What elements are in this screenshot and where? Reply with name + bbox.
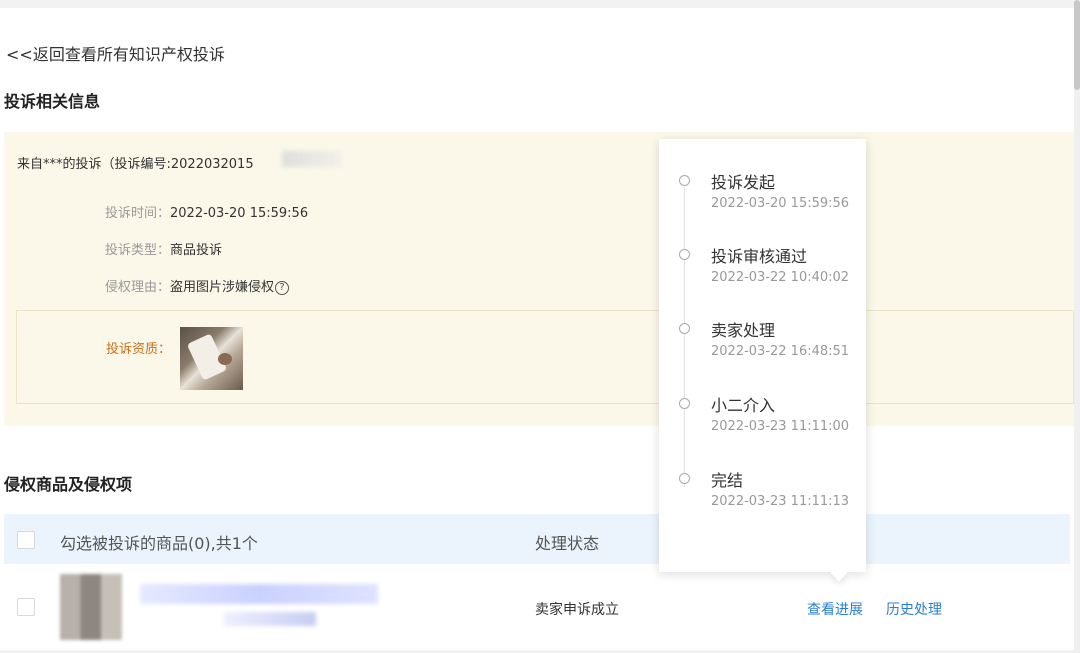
timeline-step-time: 2022-03-23 11:11:00 [711, 419, 850, 434]
complaint-type-label: 投诉类型： [105, 243, 171, 258]
scrollbar-thumb[interactable] [1074, 0, 1080, 90]
complaint-info-panel: 来自***的投诉（投诉编号:2022032015 投诉时间：2022-03-20… [4, 132, 1074, 426]
back-to-all-complaints-link[interactable]: <<返回查看所有知识产权投诉 [6, 41, 225, 65]
timeline-step-title: 卖家处理 [711, 321, 776, 340]
product-subtitle-redacted [224, 612, 316, 626]
select-items-header: 勾选被投诉的商品(0),共1个 [60, 534, 258, 553]
row-checkbox[interactable] [17, 598, 35, 616]
items-table-header: 勾选被投诉的商品(0),共1个 处理状态 [4, 514, 1070, 564]
timeline-step-time: 2022-03-23 11:11:13 [711, 494, 850, 509]
timeline-dot-icon [679, 398, 690, 409]
timeline-step-title: 投诉审核通过 [711, 247, 808, 266]
history-handling-link[interactable]: 历史处理 [886, 599, 942, 619]
timeline-step-time: 2022-03-20 15:59:56 [711, 196, 850, 211]
timeline-step-title: 完结 [711, 471, 744, 490]
progress-timeline-popover: 投诉发起 2022-03-20 15:59:56 投诉审核通过 2022-03-… [659, 139, 866, 582]
qualification-label: 投诉资质： [106, 342, 172, 357]
view-progress-link[interactable]: 查看进展 [807, 599, 863, 619]
timeline-dot-icon [679, 473, 690, 484]
qualification-image-thumbnail[interactable] [180, 327, 243, 390]
table-row: 卖家申诉成立 查看进展 历史处理 [4, 564, 1070, 650]
page-scrollbar[interactable] [1074, 0, 1080, 653]
infringement-reason-value: 盗用图片涉嫌侵权 [170, 280, 275, 295]
row-status: 卖家申诉成立 [535, 602, 619, 618]
timeline-step-title: 投诉发起 [711, 173, 776, 192]
complaint-source-line: 来自***的投诉（投诉编号:2022032015 [17, 157, 254, 172]
timeline-dot-icon [679, 249, 690, 260]
timeline-dot-icon [679, 323, 690, 334]
complaint-type-value: 商品投诉 [170, 243, 223, 258]
product-image-redacted[interactable] [60, 574, 122, 640]
help-question-icon[interactable]: ? [275, 280, 290, 295]
select-all-checkbox[interactable] [17, 531, 35, 549]
complaint-type-row: 投诉类型：商品投诉 [105, 239, 222, 258]
complaint-detail-page: <<返回查看所有知识产权投诉 投诉相关信息 来自***的投诉（投诉编号:2022… [0, 8, 1074, 650]
complaint-time-value: 2022-03-20 15:59:56 [170, 206, 309, 221]
status-column-header: 处理状态 [535, 534, 600, 553]
infringing-items-section-title: 侵权商品及侵权项 [4, 475, 133, 494]
timeline-step-time: 2022-03-22 16:48:51 [711, 344, 850, 359]
complaint-time-row: 投诉时间：2022-03-20 15:59:56 [105, 202, 308, 221]
redacted-complaint-number [282, 151, 342, 167]
timeline-step-time: 2022-03-22 10:40:02 [711, 270, 850, 285]
timeline-line [684, 187, 685, 487]
infringement-reason-label: 侵权理由： [105, 280, 171, 295]
infringement-reason-row: 侵权理由：盗用图片涉嫌侵权? [105, 276, 290, 295]
qualification-box: 投诉资质： [16, 310, 1074, 404]
complaint-time-label: 投诉时间： [105, 206, 171, 221]
product-title-redacted[interactable] [140, 584, 378, 604]
timeline-step-title: 小二介入 [711, 396, 776, 415]
complaint-info-section-title: 投诉相关信息 [4, 92, 101, 111]
timeline-dot-icon [679, 175, 690, 186]
